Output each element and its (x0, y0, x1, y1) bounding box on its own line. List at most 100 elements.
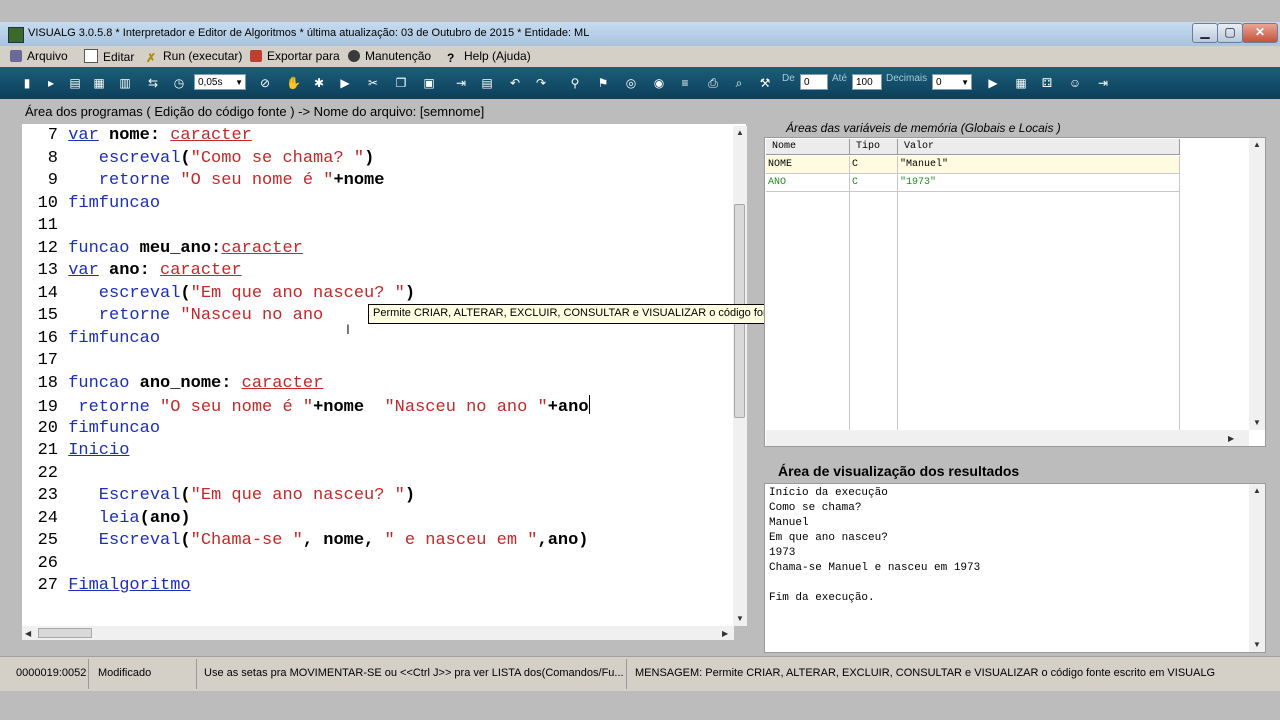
scroll-left-icon[interactable]: ◀ (25, 629, 31, 638)
comment-icon[interactable]: ▤ (480, 76, 494, 90)
code-line[interactable]: 8 escreval("Como se chama? ") (22, 148, 742, 170)
code-line[interactable]: 16 fimfuncao (22, 328, 742, 350)
calculator-icon[interactable]: ▦ (1014, 76, 1028, 90)
code-line[interactable]: 26 (22, 553, 742, 575)
editor-hscroll-thumb[interactable] (38, 628, 92, 638)
code-token: fimfuncao (68, 328, 161, 348)
scroll-down-icon[interactable]: ▼ (1253, 640, 1261, 649)
paste-icon[interactable]: ▣ (422, 76, 436, 90)
menu-arquivo[interactable]: Arquivo (10, 49, 68, 65)
menu-manutencao[interactable]: Manutenção (348, 49, 431, 65)
scroll-right-icon[interactable]: ▶ (1228, 434, 1234, 443)
step-icon[interactable]: ⇆ (146, 76, 160, 90)
code-line[interactable]: 27 Fimalgoritmo (22, 575, 742, 597)
new-file-icon[interactable]: ▮ (20, 76, 34, 90)
decimals-value: 0 (936, 77, 942, 88)
menu-run[interactable]: ✗ Run (executar) (146, 49, 242, 65)
run-program-icon[interactable]: ▶ (986, 76, 1000, 90)
code-line[interactable]: 20 fimfuncao (22, 418, 742, 440)
preview-icon[interactable]: ⌕ (732, 76, 746, 90)
code-line[interactable]: 25 Escreval("Chama-se ", nome, " e nasce… (22, 530, 742, 552)
code-line[interactable]: 9 retorne "O seu nome é "+nome (22, 170, 742, 192)
scroll-right-icon[interactable]: ▶ (722, 629, 728, 638)
code-line[interactable]: 11 (22, 215, 742, 237)
code-line[interactable]: 14 escreval("Em que ano nasceu? ") (22, 283, 742, 305)
text-caret (588, 395, 590, 414)
copy-icon[interactable]: ❐ (394, 76, 408, 90)
scroll-up-icon[interactable]: ▲ (1253, 140, 1261, 149)
find-next-icon[interactable]: ◉ (652, 76, 666, 90)
menu-exportar-label: Exportar para (267, 49, 340, 63)
dice-icon[interactable]: ⚃ (1040, 76, 1054, 90)
save-icon[interactable]: ▤ (68, 76, 82, 90)
scroll-down-icon[interactable]: ▼ (736, 614, 744, 623)
column-header[interactable]: Tipo (850, 139, 898, 155)
stop-icon[interactable]: ⊘ (258, 76, 272, 90)
code-line[interactable]: 18 funcao ano_nome: caracter (22, 373, 742, 395)
editor-horizontal-scrollbar[interactable]: ◀ ▶ (22, 626, 734, 640)
code-editor[interactable]: 7 var nome: caracter 8 escreval("Como se … (22, 124, 746, 626)
hand-icon[interactable]: ✋ (286, 76, 301, 90)
column-header[interactable]: Nome (766, 139, 850, 155)
exit-icon[interactable]: ⇥ (1096, 76, 1110, 90)
code-line[interactable]: 7 var nome: caracter (22, 125, 742, 147)
code-line[interactable]: 17 (22, 350, 742, 372)
decimals-select[interactable]: 0 ▼ (932, 74, 972, 90)
editor-vertical-scrollbar[interactable]: ▲ ▼ (733, 126, 747, 626)
save-as-icon[interactable]: ▦ (92, 76, 106, 90)
code-token: ) (404, 486, 416, 505)
from-label: De (782, 73, 795, 84)
code-line[interactable]: 10 fimfuncao (22, 193, 742, 215)
menu-editar[interactable]: Editar (84, 49, 134, 65)
run-step-icon[interactable]: ▶ (338, 76, 352, 90)
variables-horizontal-scrollbar[interactable]: ▶ (766, 430, 1249, 446)
scroll-up-icon[interactable]: ▲ (1253, 486, 1261, 495)
print-icon[interactable]: ⎙ (706, 76, 720, 90)
menu-exportar[interactable]: Exportar para (250, 49, 340, 65)
indent-icon[interactable]: ⇥ (454, 76, 468, 90)
redo-icon[interactable]: ↷ (534, 76, 548, 90)
code-line[interactable]: 12 funcao meu_ano:caracter (22, 238, 742, 260)
code-line[interactable]: 24 leia(ano) (22, 508, 742, 530)
users-icon[interactable]: ☺ (1068, 76, 1082, 90)
open-file-icon[interactable]: ▸ (44, 76, 58, 90)
binoculars-icon[interactable]: ◎ (624, 76, 638, 90)
code-line[interactable]: 22 (22, 463, 742, 485)
results-output[interactable]: Início da execução Como se chama? Manuel Em… (764, 483, 1266, 653)
scroll-down-icon[interactable]: ▼ (1253, 418, 1261, 427)
code-line[interactable]: 13 var ano: caracter (22, 260, 742, 282)
format-icon[interactable]: ≡ (678, 76, 692, 90)
close-button[interactable]: ✕ (1242, 23, 1278, 43)
maximize-button[interactable]: ▢ (1217, 23, 1243, 43)
result-line: Em que ano nasceu? (769, 532, 888, 544)
gutter-gap (58, 171, 68, 190)
tools-icon[interactable]: ⚒ (758, 76, 772, 90)
print-code-icon[interactable]: ▥ (118, 76, 132, 90)
breakpoint-icon[interactable]: ✱ (312, 76, 326, 90)
to-value: 100 (856, 77, 873, 88)
code-line[interactable]: 19 retorne "O seu nome é "+nome "Nasceu … (22, 395, 742, 417)
code-token: caracter (170, 126, 252, 145)
code-token: ) (364, 148, 375, 168)
code-token: "Chama-se " (190, 531, 303, 550)
from-field[interactable]: 0 (800, 74, 828, 90)
status-divider (88, 659, 89, 689)
timer-icon[interactable]: ◷ (172, 76, 186, 90)
results-vertical-scrollbar[interactable]: ▲ ▼ (1249, 484, 1265, 652)
variables-vertical-scrollbar[interactable]: ▲ ▼ (1249, 138, 1265, 430)
variables-panel-title: Áreas das variáveis de memória (Globais … (786, 121, 1061, 135)
column-header[interactable]: Valor (898, 139, 1180, 155)
scroll-up-icon[interactable]: ▲ (736, 128, 744, 137)
find-icon[interactable]: ⚲ (568, 76, 582, 90)
code-line[interactable]: 23 Escreval("Em que ano nasceu? ") (22, 485, 742, 507)
menu-help[interactable]: ? Help (Ajuda) (447, 49, 531, 65)
replace-icon[interactable]: ⚑ (596, 76, 610, 90)
to-field[interactable]: 100 (852, 74, 882, 90)
minimize-button[interactable]: ▁ (1192, 23, 1218, 43)
interval-select[interactable]: 0,05s ▼ (194, 74, 246, 90)
undo-icon[interactable]: ↶ (508, 76, 522, 90)
code-line[interactable]: 21 Inicio (22, 440, 742, 462)
cut-icon[interactable]: ✂ (366, 76, 380, 90)
